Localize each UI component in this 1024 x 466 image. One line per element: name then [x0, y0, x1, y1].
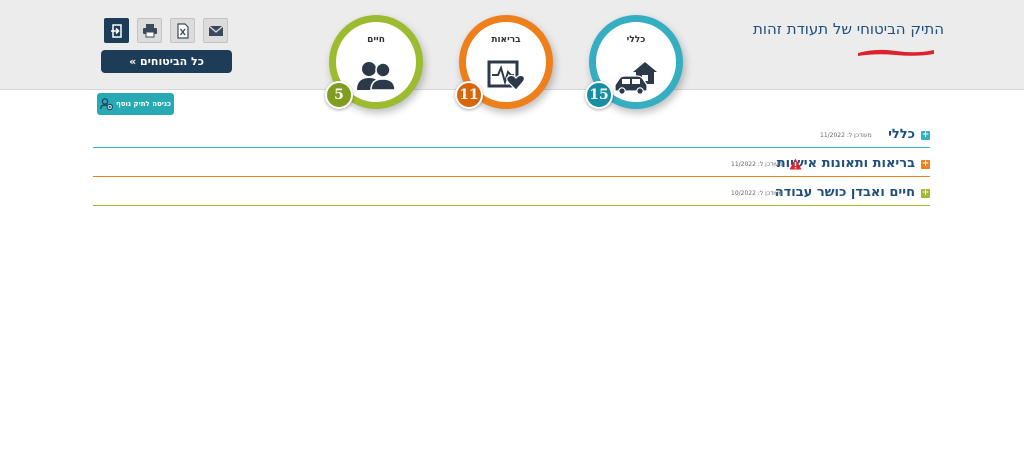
page-title: התיק הביטוחי של תעודת זהות [753, 20, 944, 38]
category-general-count: 15 [585, 81, 613, 109]
category-general-label: כללי [626, 35, 646, 45]
section-health-divider [93, 176, 930, 177]
section-general-title[interactable]: כללי [888, 127, 915, 142]
section-life-divider [93, 205, 930, 206]
section-life-title[interactable]: חיים ואבדן כושר עבודה [775, 185, 915, 200]
add-user-icon [100, 98, 113, 110]
warning-icon [789, 158, 802, 170]
logout-button[interactable] [104, 18, 129, 43]
family-icon [357, 62, 396, 90]
add-file-button[interactable]: כניסה לתיק נוסף [97, 93, 174, 115]
all-insurances-button[interactable]: כל הביטוחים » [101, 50, 232, 73]
section-health-updated: מעודכן ל: 11/2022 [731, 161, 783, 168]
section-life: + חיים ואבדן כושר עבודה מעודכן ל: 10/202… [93, 185, 930, 206]
email-button[interactable] [203, 18, 228, 43]
section-health-expand-icon[interactable]: + [921, 160, 930, 169]
category-life-label: חיים [367, 35, 385, 45]
section-general-expand-icon[interactable]: + [921, 131, 930, 140]
section-general-divider [93, 147, 930, 148]
section-life-expand-icon[interactable]: + [921, 189, 930, 198]
add-file-label: כניסה לתיק נוסף [116, 100, 171, 108]
print-button[interactable] [137, 18, 162, 43]
header: התיק הביטוחי של תעודת זהות כללי 15 בריאו… [0, 0, 1024, 109]
print-icon [142, 24, 157, 38]
category-health-label: בריאות [491, 35, 521, 45]
section-general: + כללי מעודכן ל: 11/2022 [93, 127, 930, 148]
section-general-updated: מעודכן ל: 11/2022 [820, 132, 872, 139]
car-house-icon [614, 62, 657, 94]
health-monitor-icon [487, 60, 525, 91]
redacted-id-mark [858, 49, 934, 56]
section-health: + בריאות ותאונות אישיות מעודכן ל: 11/202… [93, 156, 930, 177]
category-health-count: 11 [455, 81, 483, 109]
email-icon [208, 25, 223, 36]
section-life-updated: מעודכן ל: 10/2022 [731, 190, 783, 197]
excel-icon [176, 22, 189, 39]
logout-icon [110, 23, 122, 38]
page: התיק הביטוחי של תעודת זהות כללי 15 בריאו… [0, 0, 1024, 466]
category-life-count: 5 [325, 81, 353, 109]
excel-export-button[interactable] [170, 18, 195, 43]
